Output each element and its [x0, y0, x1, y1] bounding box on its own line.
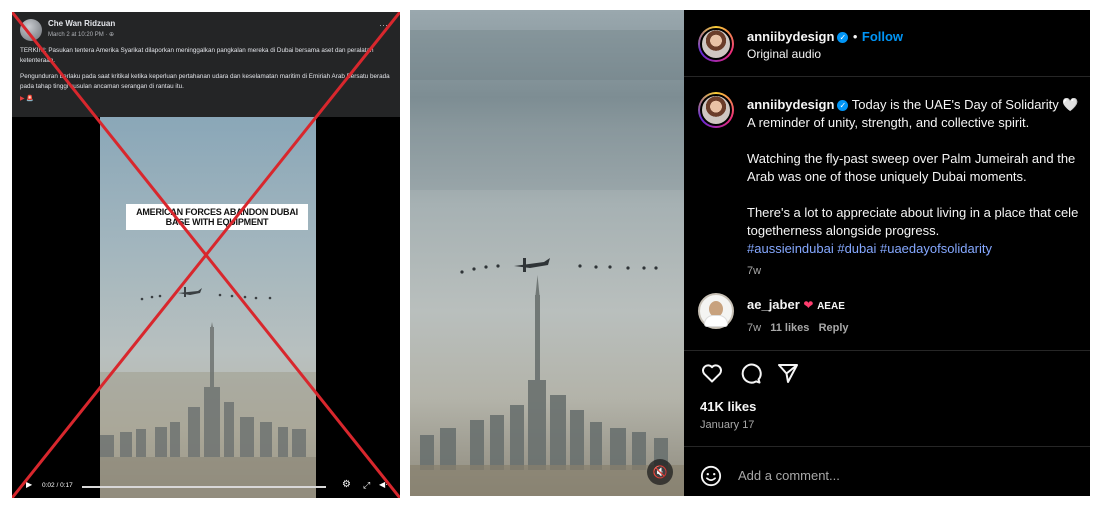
share-icon[interactable] [776, 361, 800, 385]
post-date: January 17 [700, 419, 755, 431]
red-cross-overlay [12, 12, 400, 498]
hashtags[interactable]: #aussieindubai #dubai #uaedayofsolidarit… [747, 241, 992, 256]
add-comment-input[interactable]: Add a comment... [738, 468, 840, 483]
commenter-avatar[interactable] [698, 293, 734, 329]
comment-box-divider [684, 446, 1090, 447]
comment-meta: 7w 11 likes Reply [747, 322, 849, 334]
caption-username[interactable]: anniibydesign [747, 97, 834, 112]
comment-icon[interactable] [738, 361, 762, 385]
caption-age: 7w [747, 265, 762, 277]
likes-count[interactable]: 41K likes [700, 399, 756, 414]
caption-author-avatar[interactable] [698, 92, 734, 128]
emoji-icon[interactable] [700, 465, 722, 487]
header-divider [684, 76, 1090, 77]
caption-paragraph-2-line-1: Watching the fly-past sweep over Palm Ju… [747, 151, 1076, 166]
post-side-panel: anniibydesign ✓ • Follow Original audio a… [684, 10, 1090, 496]
post-caption: anniibydesign ✓ Today is the UAE's Day of… [747, 96, 1090, 280]
post-photo[interactable]: 🔇 [410, 10, 684, 496]
actions-divider [684, 350, 1090, 351]
verified-icon: ✓ [837, 32, 849, 43]
facebook-post: Che Wan Ridzuan March 2 at 10:20 PM · ⊕ … [12, 12, 400, 498]
caption-intro: Today is the UAE's Day of Solidarity 🤍 [851, 97, 1079, 112]
dubai-flypast-illustration [410, 30, 684, 496]
reply-button[interactable]: Reply [819, 322, 849, 334]
caption-paragraph-3-line-2: togetherness alongside progress. [747, 223, 940, 238]
comment-likes[interactable]: 11 likes [770, 322, 809, 334]
comment-age: 7w [747, 322, 762, 334]
author-avatar[interactable] [698, 26, 734, 62]
verified-icon: ✓ [837, 100, 849, 111]
post-header: anniibydesign ✓ • Follow [747, 28, 903, 46]
add-comment-bar: Add a comment... [684, 456, 1090, 496]
heart-icon[interactable] [700, 361, 724, 385]
mute-icon[interactable]: 🔇 [647, 459, 673, 485]
separator-dot: • [852, 29, 858, 44]
commenter-username[interactable]: ae_jaber [747, 297, 800, 312]
comparison-screenshot: Che Wan Ridzuan March 2 at 10:20 PM · ⊕ … [0, 0, 1100, 507]
follow-button[interactable]: Follow [862, 29, 903, 44]
author-username[interactable]: anniibydesign [747, 29, 834, 44]
heart-emoji-icon: ❤ [803, 298, 814, 312]
comment-text: AEAE [817, 301, 845, 312]
comment: ae_jaber ❤ AEAE [747, 297, 845, 312]
caption-paragraph-3-line-1: There's a lot to appreciate about living… [747, 205, 1079, 220]
caption-paragraph-2-line-2: Arab was one of those uniquely Dubai mom… [747, 169, 1027, 184]
original-audio-link[interactable]: Original audio [747, 47, 821, 61]
caption-line-2: A reminder of unity, strength, and colle… [747, 115, 1030, 130]
instagram-post: 🔇 anniibydesign ✓ • Follow Original audio… [410, 10, 1090, 496]
